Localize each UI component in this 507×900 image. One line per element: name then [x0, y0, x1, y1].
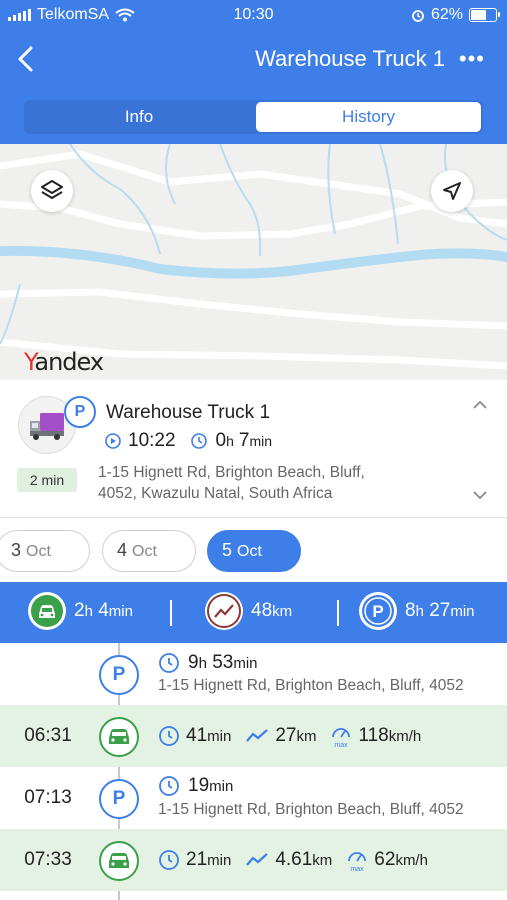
- play-circle-icon: [105, 433, 121, 449]
- more-options-button[interactable]: •••: [459, 46, 485, 72]
- car-icon: [99, 841, 139, 881]
- navigation-arrow-icon: [443, 182, 461, 200]
- parking-icon: P: [99, 779, 139, 819]
- route-icon: [246, 853, 269, 866]
- vehicle-name: Warehouse Truck 1: [106, 402, 271, 423]
- trip-metrics: 21min 4.61km max 62km/h: [158, 848, 428, 872]
- date-chip[interactable]: 4 Oct: [102, 530, 196, 572]
- clock-icon: [190, 433, 207, 449]
- clock-icon: [159, 726, 179, 746]
- alarm-icon: [412, 10, 424, 22]
- map-view[interactable]: Yandex: [0, 144, 507, 380]
- battery-icon: [469, 8, 500, 22]
- trip-start-time: 07:33: [24, 849, 72, 870]
- route-icon: [246, 729, 269, 742]
- trend-icon: [205, 592, 243, 630]
- vehicle-address: 1-15 Hignett Rd, Brighton Beach, Bluff, …: [98, 464, 365, 502]
- vehicle-time-row: 10:22 0 h 7 min: [104, 430, 272, 452]
- svg-text:max: max: [351, 866, 365, 872]
- back-arrow-icon[interactable]: [14, 44, 38, 74]
- clock-icon: [159, 850, 179, 870]
- duration-minutes: 7: [238, 430, 250, 451]
- trip-metrics: 41min 27km max 118km/h: [158, 724, 421, 748]
- status-bar: TelkomSA 10:30 62%: [0, 0, 507, 30]
- trip-distance: 27km: [245, 725, 316, 747]
- duration-hours: 0: [215, 430, 227, 451]
- parking-start-time: 07:13: [24, 787, 72, 808]
- summary-parking: P 8h 27min: [359, 592, 475, 630]
- history-list: P 9h 53min 1-15 Hignett Rd, Brighton Bea…: [0, 643, 507, 900]
- battery-percent: 62%: [430, 6, 463, 23]
- summary-divider: [337, 600, 339, 626]
- summary-distance: 48km: [205, 592, 292, 630]
- speedometer-icon: max: [332, 728, 351, 748]
- car-icon: [28, 592, 66, 630]
- tab-info[interactable]: Info: [26, 102, 252, 132]
- parking-duration: 19min: [158, 775, 233, 797]
- history-row-trip[interactable]: 07:33 21min 4.61km max 62km/h: [0, 829, 507, 891]
- app-header: TelkomSA 10:30 62% Warehouse Truck 1 •••…: [0, 0, 507, 144]
- last-update-badge: 2 min: [17, 468, 77, 492]
- duration-hours-unit: h: [226, 433, 234, 449]
- trip-max-speed: max 118km/h: [330, 724, 421, 748]
- svg-text:P: P: [372, 602, 383, 621]
- parking-icon: P: [99, 655, 139, 695]
- summary-divider: [170, 600, 172, 626]
- date-chip-selected[interactable]: 5 Oct: [207, 530, 301, 572]
- start-time: 10:22: [128, 430, 176, 451]
- duration-minutes-unit: min: [249, 433, 273, 449]
- tab-bar: Info History: [24, 100, 483, 134]
- history-row-parking[interactable]: 07:13 P 19min 1-15 Hignett Rd, Brighton …: [0, 767, 507, 829]
- trip-distance: 4.61km: [245, 849, 332, 871]
- parking-duration: 9h 53min: [158, 652, 258, 674]
- tab-history[interactable]: History: [256, 102, 481, 132]
- date-selector: 3 Oct 4 Oct 5 Oct: [0, 518, 507, 582]
- day-summary-bar: 2h 4min 48km P 8h 27min: [0, 582, 507, 643]
- speedometer-icon: max: [348, 852, 367, 872]
- clock-icon: [159, 776, 179, 796]
- parking-icon: P: [359, 592, 397, 630]
- car-icon: [99, 717, 139, 757]
- history-row-trip[interactable]: 06:31 41min 27km max 118km/h: [0, 705, 507, 767]
- trip-duration: 41min: [158, 725, 231, 747]
- layers-icon: [41, 180, 63, 199]
- chevron-down-icon[interactable]: [473, 490, 487, 500]
- map-layers-button[interactable]: [31, 170, 73, 212]
- trip-duration: 21min: [158, 849, 231, 871]
- map-provider-logo: Yandex: [24, 348, 104, 376]
- chevron-up-icon[interactable]: [473, 400, 487, 410]
- page-title: Warehouse Truck 1: [255, 46, 445, 71]
- parking-address: 1-15 Hignett Rd, Brighton Beach, Bluff, …: [158, 801, 464, 818]
- summary-driving: 2h 4min: [28, 592, 133, 630]
- date-chip[interactable]: 3 Oct: [0, 530, 90, 572]
- parked-badge: P: [64, 396, 96, 428]
- trip-start-time: 06:31: [24, 725, 72, 746]
- vehicle-card[interactable]: P Warehouse Truck 1 10:22 0 h 7 min 1-15…: [0, 380, 507, 518]
- history-row-parking[interactable]: P 9h 53min 1-15 Hignett Rd, Brighton Bea…: [0, 643, 507, 705]
- svg-text:max: max: [335, 742, 349, 748]
- my-location-button[interactable]: [431, 170, 473, 212]
- clock-icon: [159, 653, 179, 673]
- trip-max-speed: max 62km/h: [346, 848, 428, 872]
- parking-address: 1-15 Hignett Rd, Brighton Beach, Bluff, …: [158, 677, 464, 694]
